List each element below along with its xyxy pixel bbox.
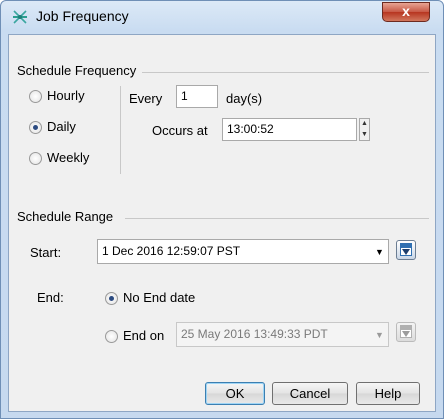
end-on-radio[interactable]: [105, 330, 118, 343]
group-divider: [125, 218, 429, 219]
daily-radio[interactable]: [29, 121, 42, 134]
window-title: Job Frequency: [36, 8, 129, 24]
job-frequency-dialog: Job Frequency x Schedule Frequency Hourl…: [0, 0, 444, 419]
hourly-radio[interactable]: [29, 90, 42, 103]
schedule-frequency-heading: Schedule Frequency: [17, 63, 137, 78]
cancel-button[interactable]: Cancel: [272, 382, 348, 405]
dialog-body: Schedule Frequency Hourly Daily Weekly E…: [8, 34, 436, 412]
chevron-down-icon[interactable]: ▼: [375, 247, 384, 257]
close-button[interactable]: x: [382, 2, 430, 22]
occurs-at-label: Occurs at: [152, 123, 208, 138]
calendar-picker-button[interactable]: [396, 240, 416, 260]
end-on-date-dropdown[interactable]: 25 May 2016 13:49:33 PDT: [176, 322, 389, 347]
hourly-label[interactable]: Hourly: [47, 88, 85, 103]
start-date-dropdown[interactable]: 1 Dec 2016 12:59:07 PST: [97, 239, 389, 264]
frequency-divider: [120, 86, 121, 174]
end-label: End:: [37, 290, 64, 305]
spin-down-icon[interactable]: ▼: [360, 130, 369, 140]
ok-button[interactable]: OK: [205, 382, 265, 405]
close-icon: x: [402, 3, 410, 19]
no-end-date-label[interactable]: No End date: [123, 290, 195, 305]
every-input[interactable]: 1: [176, 85, 218, 108]
schedule-range-heading: Schedule Range: [17, 209, 114, 224]
end-calendar-picker-button[interactable]: [396, 322, 416, 342]
occurs-at-time-input[interactable]: 13:00:52: [222, 118, 357, 141]
chevron-down-icon[interactable]: ▼: [375, 330, 384, 340]
spin-up-icon[interactable]: ▲: [360, 119, 369, 129]
no-end-date-radio[interactable]: [105, 292, 118, 305]
weekly-radio[interactable]: [29, 152, 42, 165]
daily-label[interactable]: Daily: [47, 119, 76, 134]
weekly-label[interactable]: Weekly: [47, 150, 89, 165]
job-scheduler-icon: [13, 10, 27, 24]
time-spinner[interactable]: ▲ ▼: [359, 118, 370, 141]
help-button[interactable]: Help: [356, 382, 420, 405]
end-on-label[interactable]: End on: [123, 328, 164, 343]
group-divider: [142, 72, 429, 73]
start-label: Start:: [30, 245, 62, 260]
every-unit-label: day(s): [226, 91, 263, 106]
every-label: Every: [129, 91, 163, 106]
title-bar[interactable]: Job Frequency x: [1, 1, 443, 33]
